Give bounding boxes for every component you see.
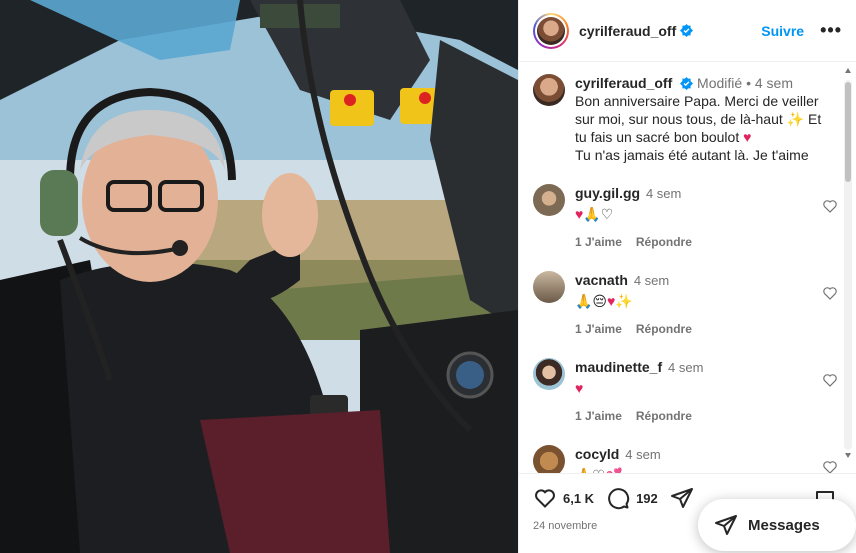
share-icon[interactable] [670, 486, 694, 510]
comment-time: 4 sem [645, 186, 682, 201]
post-photo[interactable] [0, 0, 518, 553]
caption-username[interactable]: cyrilferaud_off [575, 75, 672, 91]
sparkle-emoji: ✨ [786, 111, 805, 127]
comment-username[interactable]: guy.gil.gg [575, 185, 640, 201]
instagram-post: cyrilferaud_off Suivre ••• cyrilferaud_o… [0, 0, 856, 553]
comments-count[interactable]: 192 [636, 491, 658, 506]
like-comment-icon[interactable] [822, 459, 838, 473]
reply-button[interactable]: Répondre [636, 235, 692, 249]
comment-emojis: 🙏😔♥✨ [575, 293, 633, 309]
comment-avatar[interactable] [533, 271, 565, 303]
comment-username[interactable]: maudinette_f [575, 359, 662, 375]
comment-time: 4 sem [625, 447, 661, 462]
comment-username[interactable]: vacnath [575, 272, 628, 288]
comments-scrollbar[interactable] [844, 68, 852, 458]
messages-button[interactable]: Messages [698, 499, 856, 551]
verified-badge-icon [680, 24, 694, 37]
messages-icon [715, 515, 737, 535]
comment-avatar[interactable] [533, 358, 565, 390]
comment-icon[interactable] [606, 486, 630, 510]
comment-avatar[interactable] [533, 445, 565, 473]
follow-button[interactable]: Suivre [761, 23, 804, 39]
comment-item: maudinette_f 4 sem ♥ 1 J'aime Répondre [533, 358, 838, 425]
caption-text-line3: Tu n'as jamais été autant là. Je t'aime [575, 147, 809, 163]
verified-badge-icon [680, 77, 694, 90]
author-avatar[interactable] [533, 12, 569, 49]
reply-button[interactable]: Répondre [636, 322, 692, 336]
helicopter-cockpit-image [0, 0, 518, 553]
like-comment-icon[interactable] [822, 198, 838, 214]
comment-item: guy.gil.gg 4 sem ♥🙏♡ 1 J'aime Répondre [533, 184, 838, 251]
comment-username[interactable]: cocyld [575, 446, 619, 462]
comment-emojis: ♥ [575, 380, 584, 396]
more-icon[interactable]: ••• [820, 20, 842, 41]
scroll-up-arrow[interactable] [845, 68, 851, 73]
post-caption: cyrilferaud_off Modifié • 4 sem Bon anni… [533, 74, 836, 164]
caption-avatar[interactable] [533, 74, 565, 106]
comment-likes[interactable]: 1 J'aime [575, 409, 622, 423]
comment-item: vacnath 4 sem 🙏😔♥✨ 1 J'aime Répondre [533, 271, 838, 338]
comment-emojis: ♥🙏♡ [575, 206, 614, 222]
scroll-down-arrow[interactable] [845, 453, 851, 458]
comment-emojis: 🙏♡💕 [575, 466, 661, 473]
comment-time: 4 sem [633, 273, 670, 288]
comment-likes[interactable]: 1 J'aime [575, 322, 622, 336]
comment-likes[interactable]: 1 J'aime [575, 235, 622, 249]
comments-list[interactable]: cyrilferaud_off Modifié • 4 sem Bon anni… [519, 62, 856, 473]
messages-label: Messages [748, 516, 820, 534]
comment-item: cocyld 4 sem 🙏♡💕 [533, 445, 838, 473]
heart-emoji: ♥ [743, 129, 752, 145]
scrollbar-thumb[interactable] [845, 82, 851, 182]
like-comment-icon[interactable] [822, 372, 838, 388]
caption-text-line1: Bon anniversaire Papa. Merci de veiller … [575, 93, 819, 127]
likes-count[interactable]: 6,1 K [563, 491, 594, 506]
author-username[interactable]: cyrilferaud_off [579, 23, 676, 39]
heart-icon[interactable] [533, 486, 557, 510]
caption-time[interactable]: 4 sem [755, 75, 793, 91]
meta-separator: • [746, 75, 751, 91]
comment-avatar[interactable] [533, 184, 565, 216]
like-comment-icon[interactable] [822, 285, 838, 301]
edited-label: Modifié [697, 75, 743, 91]
post-header: cyrilferaud_off Suivre ••• [519, 0, 856, 62]
post-side-panel: cyrilferaud_off Suivre ••• cyrilferaud_o… [518, 0, 856, 553]
reply-button[interactable]: Répondre [636, 409, 692, 423]
comment-time: 4 sem [668, 360, 704, 375]
